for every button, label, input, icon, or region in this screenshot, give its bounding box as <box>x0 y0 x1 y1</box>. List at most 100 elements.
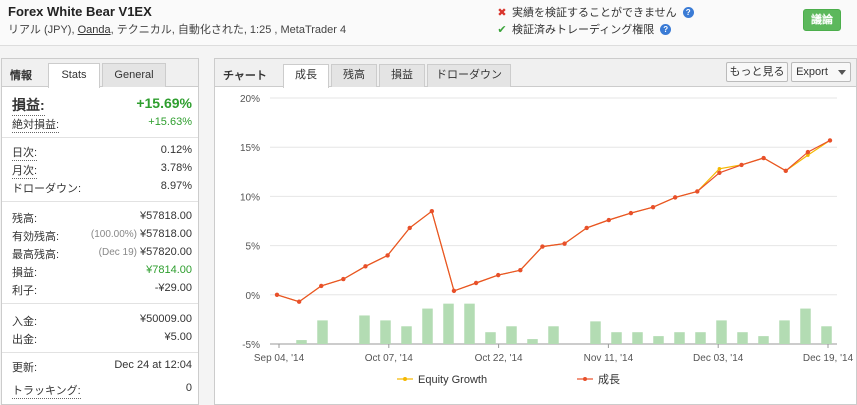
gain-row: 損益: +15.69% <box>10 95 192 116</box>
x-tick-label: Oct 22, '14 <box>475 353 523 364</box>
tab-growth[interactable]: 成長 <box>283 64 329 88</box>
y-tick-label: -5% <box>242 340 260 351</box>
volume-bar <box>464 303 475 344</box>
volume-bar <box>716 320 727 344</box>
volume-bar <box>611 332 622 344</box>
deposits-label: 入金: <box>12 316 38 328</box>
tab-general[interactable]: General <box>102 63 166 87</box>
deposits-row: 入金: ¥50009.00 <box>10 313 192 329</box>
volume-bar <box>800 308 811 344</box>
abs-gain-row: 絶対損益: +15.63% <box>10 116 192 133</box>
profit-value: ¥7814.00 <box>146 264 192 276</box>
help-icon[interactable]: ? <box>660 23 672 35</box>
volume-bar <box>422 308 433 344</box>
withdrawals-value: ¥5.00 <box>164 331 192 343</box>
growth-point <box>296 299 302 304</box>
tab-stats[interactable]: Stats <box>48 63 100 88</box>
volume-bar <box>821 326 832 344</box>
volume-bar <box>506 326 517 344</box>
deposits-value: ¥50009.00 <box>140 313 192 325</box>
growth-point <box>363 264 368 269</box>
legend-growth-label: 成長 <box>598 373 620 386</box>
growth-point <box>783 168 788 174</box>
volume-bar <box>653 336 664 344</box>
growth-point <box>319 283 324 289</box>
x-tick-label: Sep 04, '14 <box>254 353 305 364</box>
highest-value: ¥57820.00 <box>140 246 192 258</box>
export-label: Export <box>796 66 828 78</box>
system-title: Forex White Bear V1EX <box>8 4 152 19</box>
tab-drawdown[interactable]: ドローダウン <box>427 64 511 87</box>
tracking-row: トラッキング: 0 <box>10 382 192 399</box>
y-tick-label: 10% <box>240 192 260 203</box>
help-icon[interactable]: ? <box>682 6 694 18</box>
equity-value: ¥57818.00 <box>140 228 192 240</box>
volume-bar <box>485 332 496 344</box>
highest-date: (Dec 19) <box>98 247 137 258</box>
subtitle-account-type: リアル (JPY), <box>8 24 78 36</box>
daily-value: 0.12% <box>160 144 192 156</box>
system-subtitle: リアル (JPY), Oanda, テクニカル, 自動化された, 1:25 , … <box>8 21 346 37</box>
volume-bar <box>779 320 790 344</box>
chart-panel: チャート 成長 残高 損益 ドローダウン もっと見る Export 20% 15%… <box>214 58 857 405</box>
verify-track-record-text: 実績を検証することができません <box>512 7 677 19</box>
divider <box>2 137 198 138</box>
growth-point <box>274 292 280 297</box>
volume-bar <box>401 326 412 344</box>
volume-bar <box>548 326 559 344</box>
verify-trading-privileges-text: 検証済みトレーディング権限 <box>512 24 655 36</box>
equity-growth-point <box>717 167 722 171</box>
broker-link[interactable]: Oanda <box>78 24 111 36</box>
equity-row: 有効残高: (100.00%) ¥57818.00 <box>10 228 192 244</box>
subtitle-details: , テクニカル, 自動化された, 1:25 , MetaTrader 4 <box>110 24 347 36</box>
system-header: Forex White Bear V1EX リアル (JPY), Oanda, … <box>0 0 857 46</box>
growth-point <box>429 208 435 214</box>
daily-label: 日次: <box>12 144 38 161</box>
highest-label: 最高残高: <box>12 249 60 261</box>
equity-label: 有効残高: <box>12 231 60 243</box>
growth-point <box>341 276 346 282</box>
y-tick-label: 5% <box>246 242 261 253</box>
volume-bar <box>590 321 601 344</box>
profit-label: 損益: <box>12 267 38 279</box>
volume-bar <box>758 336 769 344</box>
more-button[interactable]: もっと見る <box>726 62 788 82</box>
discuss-button[interactable]: 議論 <box>803 9 841 31</box>
y-tick-label: 0% <box>246 291 261 302</box>
tab-balance[interactable]: 残高 <box>331 64 377 87</box>
monthly-row: 月次: 3.78% <box>10 162 192 179</box>
x-tick-label: Oct 07, '14 <box>365 353 413 364</box>
balance-row: 残高: ¥57818.00 <box>10 210 192 226</box>
interest-label: 利子: <box>12 285 38 297</box>
y-tick-label: 20% <box>240 94 260 105</box>
check-icon: ✔ <box>497 23 507 36</box>
tracking-label[interactable]: トラッキング: <box>12 382 81 399</box>
caret-down-icon <box>837 69 846 75</box>
growth-point <box>606 217 611 223</box>
drawdown-value: 8.97% <box>160 180 192 192</box>
monthly-value: 3.78% <box>160 162 192 174</box>
volume-bar <box>527 339 538 344</box>
volume-bar <box>380 320 391 344</box>
gain-value: +15.69% <box>136 95 192 111</box>
balance-value: ¥57818.00 <box>140 210 192 222</box>
growth-point <box>695 189 700 194</box>
growth-point <box>451 288 457 294</box>
highest-row: 最高残高: (Dec 19) ¥57820.00 <box>10 246 192 262</box>
legend-equity-label: Equity Growth <box>418 374 487 386</box>
growth-point <box>827 138 833 143</box>
growth-point <box>805 149 811 155</box>
withdrawals-row: 出金: ¥5.00 <box>10 331 192 347</box>
growth-point <box>562 241 567 246</box>
info-tabbar: 情報 Stats General <box>2 59 198 88</box>
tab-profit[interactable]: 損益 <box>379 64 425 87</box>
growth-point <box>473 280 479 286</box>
legend-growth-marker <box>583 377 587 381</box>
info-heading: 情報 <box>10 70 32 82</box>
divider <box>2 352 198 353</box>
withdrawals-label: 出金: <box>12 334 38 346</box>
abs-gain-value: +15.63% <box>148 116 192 128</box>
export-button[interactable]: Export <box>791 62 851 82</box>
updated-row: 更新: Dec 24 at 12:04 <box>10 359 192 375</box>
cross-icon: ✖ <box>497 6 507 19</box>
